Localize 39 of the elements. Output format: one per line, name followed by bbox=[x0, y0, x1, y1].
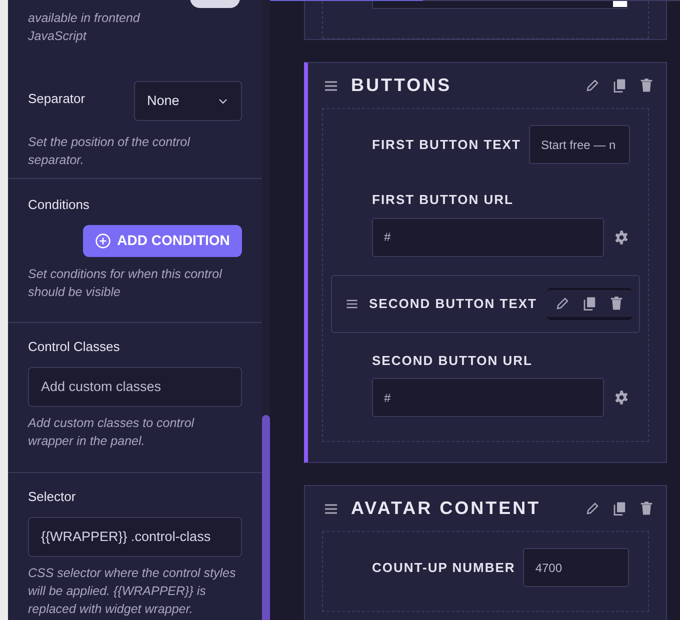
plus-circle-icon bbox=[95, 232, 112, 248]
text-field[interactable] bbox=[372, 1, 628, 9]
copy-icon[interactable] bbox=[612, 501, 627, 516]
text-field[interactable]: 4700 bbox=[523, 548, 630, 587]
classes-field[interactable]: Add custom classes bbox=[28, 366, 242, 406]
field-label: Conditions bbox=[28, 196, 90, 214]
field-label: FIRST BUTTON TEXT bbox=[372, 136, 521, 154]
help-text: Set the position of the control separator. bbox=[28, 134, 192, 169]
url-field[interactable]: # bbox=[372, 378, 604, 417]
copy-icon[interactable] bbox=[612, 78, 627, 93]
pencil-icon[interactable] bbox=[585, 501, 600, 516]
field-label: SECOND BUTTON URL bbox=[372, 352, 534, 370]
add-condition-button[interactable]: ADD CONDITION bbox=[83, 224, 242, 256]
settings-icon[interactable] bbox=[614, 230, 629, 244]
text-field[interactable]: Start free — n bbox=[528, 125, 630, 164]
trash-icon[interactable] bbox=[639, 501, 654, 516]
field-label: Control Classes bbox=[28, 338, 121, 356]
scrollbar-thumb[interactable] bbox=[262, 415, 270, 620]
group-title: BUTTONS bbox=[351, 74, 453, 97]
selector-field[interactable]: {{WRAPPER}} .control-class bbox=[28, 516, 242, 556]
trash-icon[interactable] bbox=[609, 296, 624, 310]
field-label: COUNT-UP NUMBER bbox=[372, 558, 516, 577]
field-label: Selector bbox=[28, 488, 77, 506]
group-title: AVATAR CONTENT bbox=[351, 497, 542, 520]
trash-icon[interactable] bbox=[639, 78, 654, 93]
help-text: Add custom classes to control wrapper in the panel. bbox=[28, 414, 196, 450]
field-label: Separator bbox=[28, 90, 86, 108]
field-label: SECOND BUTTON TEXT bbox=[369, 294, 537, 313]
help-text: CSS selector where the control styles will be applied. {{WRAPPER}} is replaced with widget wrapper. bbox=[28, 564, 237, 618]
settings-icon[interactable] bbox=[614, 390, 629, 405]
separator-select[interactable]: None bbox=[134, 81, 242, 121]
color-swatch bbox=[613, 1, 627, 7]
help-text: Set conditions for when this control should be visible bbox=[28, 266, 224, 300]
url-field[interactable]: # bbox=[372, 218, 604, 256]
copy-icon[interactable] bbox=[582, 296, 597, 310]
pencil-icon[interactable] bbox=[555, 296, 570, 310]
help-text: available in frontend JavaScript bbox=[28, 10, 142, 45]
field-label: FIRST BUTTON URL bbox=[372, 191, 514, 209]
pencil-icon[interactable] bbox=[585, 78, 600, 93]
